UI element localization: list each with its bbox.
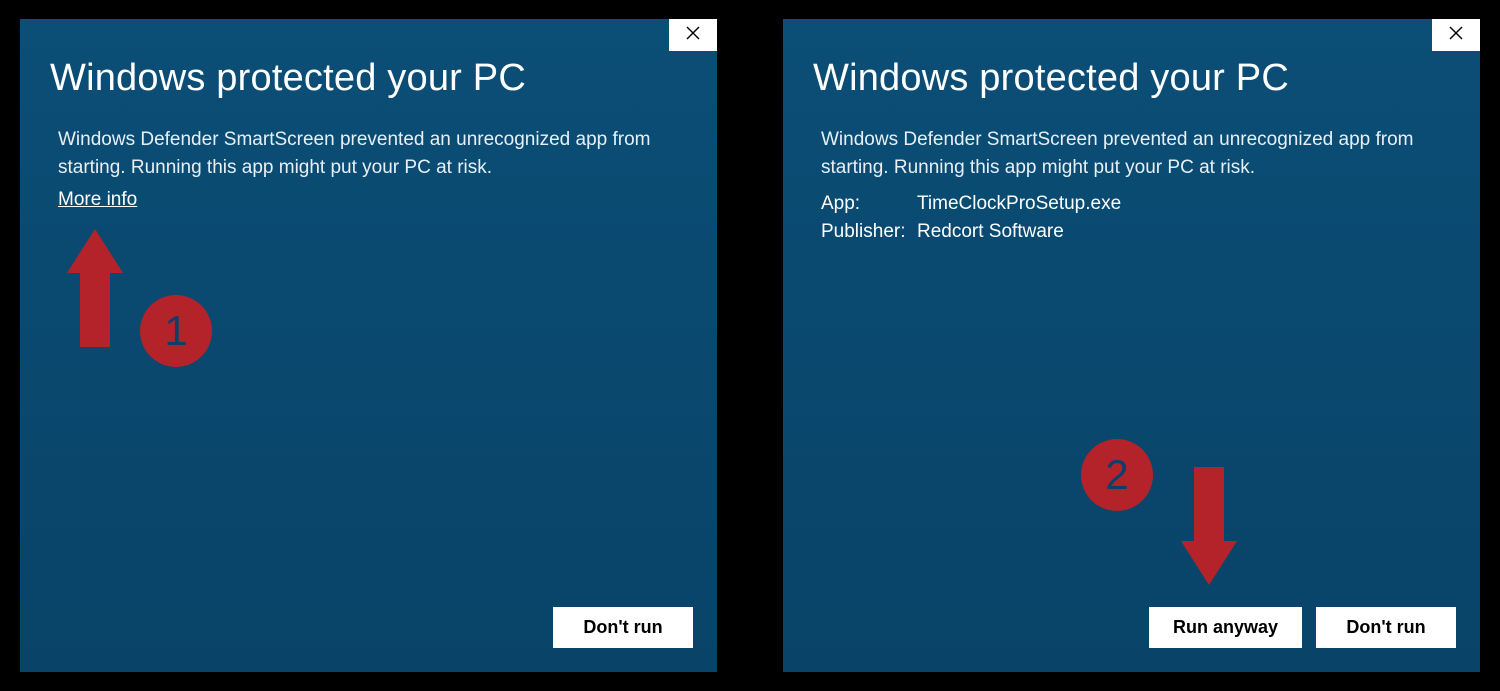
annotation-step-badge: 2 <box>1081 439 1153 511</box>
close-icon <box>686 26 700 45</box>
detail-value-publisher: Redcort Software <box>917 221 1442 243</box>
detail-value-app: TimeClockProSetup.exe <box>917 193 1442 215</box>
annotation-step-badge: 1 <box>140 295 212 367</box>
close-button[interactable] <box>669 19 717 51</box>
annotation-number: 2 <box>1105 451 1128 499</box>
dialog-button-row: Don't run <box>553 607 693 648</box>
annotation-arrow-down-icon <box>1181 467 1237 585</box>
close-button[interactable] <box>1432 19 1480 51</box>
dialog-message: Windows Defender SmartScreen prevented a… <box>20 118 717 181</box>
annotation-number: 1 <box>164 307 187 355</box>
detail-label-app: App: <box>821 193 917 215</box>
dialog-message: Windows Defender SmartScreen prevented a… <box>783 118 1480 181</box>
dialog-title: Windows protected your PC <box>783 19 1480 118</box>
dialog-title: Windows protected your PC <box>20 19 717 118</box>
dialog-button-row: Run anyway Don't run <box>1149 607 1456 648</box>
detail-row-app: App: TimeClockProSetup.exe <box>821 193 1442 215</box>
close-icon <box>1449 26 1463 45</box>
more-info-link[interactable]: More info <box>58 189 137 211</box>
dont-run-button[interactable]: Don't run <box>1316 607 1456 648</box>
dont-run-button[interactable]: Don't run <box>553 607 693 648</box>
detail-row-publisher: Publisher: Redcort Software <box>821 221 1442 243</box>
smartscreen-dialog-expanded: Windows protected your PC Windows Defend… <box>783 19 1480 672</box>
detail-label-publisher: Publisher: <box>821 221 917 243</box>
run-anyway-button[interactable]: Run anyway <box>1149 607 1302 648</box>
smartscreen-dialog-initial: Windows protected your PC Windows Defend… <box>20 19 717 672</box>
app-details: App: TimeClockProSetup.exe Publisher: Re… <box>783 181 1480 243</box>
annotation-arrow-up-icon <box>67 229 123 347</box>
